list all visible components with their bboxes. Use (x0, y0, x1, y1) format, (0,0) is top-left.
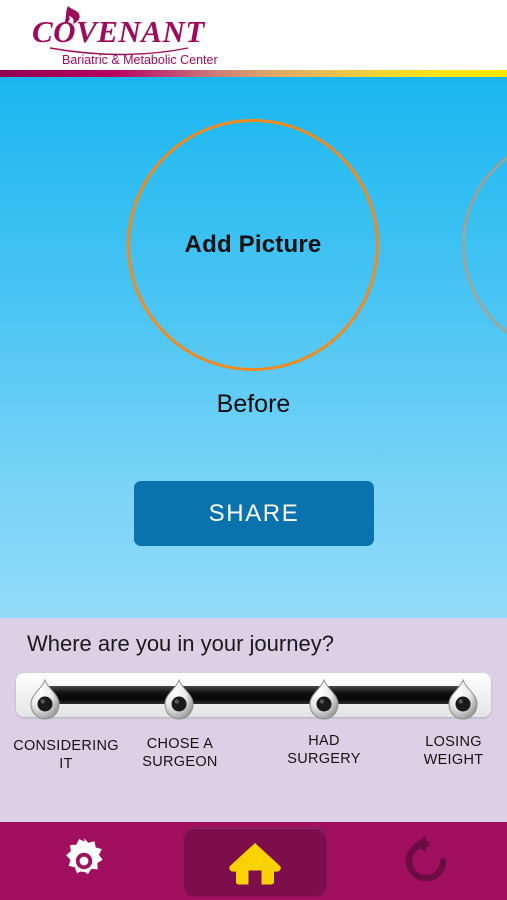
photo-carousel: Add Picture Before SHARE (0, 77, 507, 618)
journey-step-label-3-line2: WEIGHT (423, 752, 484, 768)
pin-marker-icon (448, 679, 478, 720)
pin-marker-icon (309, 679, 339, 720)
logo-artwork: COVENANT Bariatric & Metabolic Center (32, 6, 218, 67)
nav-settings-button[interactable] (30, 822, 138, 900)
next-picture-circle[interactable] (462, 134, 507, 356)
photo-stage-label: Before (216, 390, 291, 418)
journey-step-label-1-line1: CHOSE A (146, 736, 214, 752)
journey-pin-2[interactable] (307, 679, 341, 725)
journey-step-label-0: CONSIDERING IT (0, 737, 132, 773)
journey-panel: Where are you in your journey? (0, 618, 507, 822)
journey-pin-0[interactable] (28, 679, 62, 725)
refresh-icon (405, 836, 447, 882)
brand-gradient-bar (0, 70, 507, 77)
journey-pin-1[interactable] (162, 679, 196, 725)
journey-step-label-0-line1: CONSIDERING (13, 738, 119, 754)
logo-tagline: Bariatric & Metabolic Center (62, 53, 218, 67)
journey-step-label-0-line2: IT (59, 756, 73, 772)
app-header: COVENANT Bariatric & Metabolic Center (0, 0, 507, 70)
add-picture-label: Add Picture (184, 231, 322, 258)
covenant-logo: COVENANT Bariatric & Metabolic Center (28, 4, 258, 68)
journey-step-label-1-line2: SURGEON (142, 754, 218, 770)
nav-refresh-button[interactable] (372, 822, 480, 900)
gear-icon (66, 838, 103, 875)
pin-marker-icon (164, 679, 194, 720)
journey-step-label-3: LOSING WEIGHT (400, 733, 507, 769)
journey-step-labels: CONSIDERING IT CHOSE A SURGEON HAD SURGE… (0, 731, 507, 783)
journey-step-label-2: HAD SURGERY (262, 732, 386, 768)
journey-step-label-3-line1: LOSING (425, 734, 482, 750)
share-button[interactable]: SHARE (134, 481, 374, 546)
nav-home-button[interactable] (183, 827, 327, 897)
add-picture-circle[interactable]: Add Picture (127, 119, 379, 371)
journey-slider[interactable] (16, 673, 491, 717)
journey-step-label-2-line1: HAD (308, 733, 340, 749)
app-root: COVENANT Bariatric & Metabolic Center Ad… (0, 0, 507, 900)
journey-step-label-1: CHOSE A SURGEON (118, 735, 242, 771)
journey-title: Where are you in your journey? (27, 631, 334, 656)
home-icon (229, 843, 281, 885)
pin-marker-icon (30, 679, 60, 720)
bottom-navigation-bar (0, 822, 507, 900)
journey-slider-track[interactable] (42, 686, 465, 704)
logo-wordmark: COVENANT (32, 14, 205, 49)
journey-step-label-2-line2: SURGERY (287, 751, 361, 767)
journey-pin-3[interactable] (446, 679, 480, 725)
